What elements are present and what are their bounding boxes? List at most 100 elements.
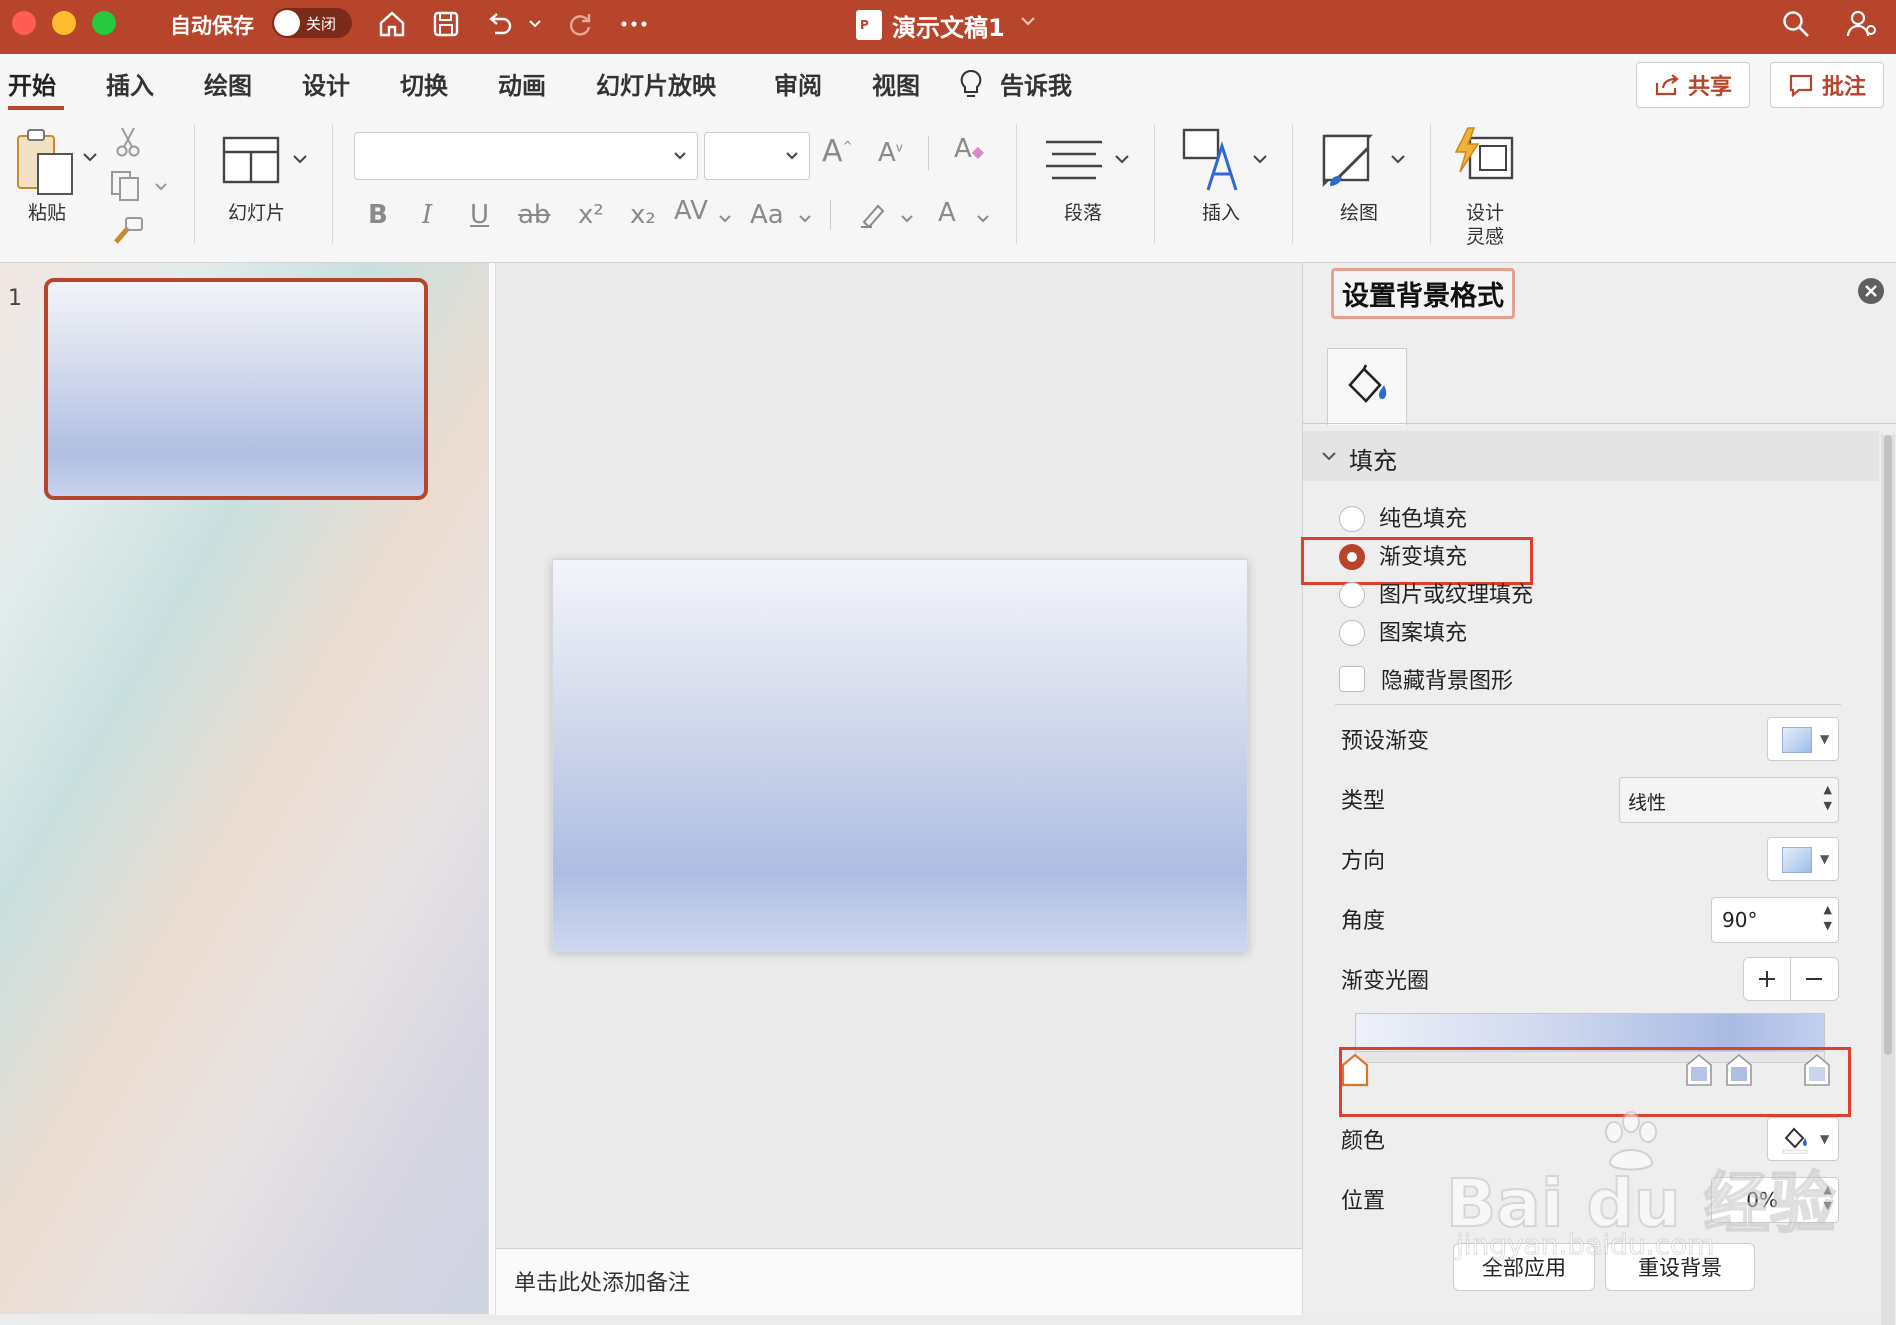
change-case-button[interactable]: Aa (750, 200, 784, 230)
draw-dropdown-icon[interactable] (1390, 154, 1406, 164)
clear-formatting-icon[interactable]: A◆ (954, 134, 984, 164)
autosave-toggle[interactable]: 关闭 (272, 8, 352, 38)
notes-pane[interactable]: 单击此处添加备注 (496, 1248, 1302, 1315)
copy-dropdown-icon[interactable] (154, 182, 168, 192)
paragraph-align-icon[interactable] (1044, 138, 1104, 182)
position-input[interactable]: 0% ▲ ▼ (1711, 1177, 1839, 1223)
italic-button[interactable]: I (422, 200, 432, 230)
draw-brush-icon[interactable] (1320, 128, 1380, 192)
apply-to-all-button[interactable]: 全部应用 (1453, 1243, 1595, 1291)
tab-animations[interactable]: 动画 (498, 66, 546, 101)
tab-draw[interactable]: 绘图 (204, 66, 252, 101)
separator (1430, 124, 1431, 244)
pane-scrollbar[interactable] (1881, 435, 1895, 1325)
cut-icon[interactable] (114, 126, 142, 158)
ribbon-tab-row: 开始 插入 绘图 设计 切换 动画 幻灯片放映 审阅 视图 告诉我 (0, 54, 1896, 116)
comment-icon (1789, 74, 1813, 97)
pattern-fill-label[interactable]: 图案填充 (1379, 615, 1467, 647)
copy-icon[interactable] (110, 170, 146, 202)
stop-color-picker[interactable]: ▼ (1767, 1117, 1839, 1161)
comments-button[interactable]: 批注 (1770, 62, 1884, 108)
highlighter-icon[interactable] (858, 200, 888, 228)
preset-gradient-picker[interactable]: ▼ (1767, 717, 1839, 761)
increase-font-size-icon[interactable]: A^ (822, 134, 853, 169)
angle-input[interactable]: 90° ▲ ▼ (1711, 897, 1839, 943)
bold-button[interactable]: B (368, 200, 388, 230)
add-stop-button[interactable] (1744, 958, 1791, 1000)
tell-me-search[interactable]: 告诉我 (1000, 66, 1072, 101)
scrollbar-thumb[interactable] (1884, 435, 1892, 1055)
solid-fill-label[interactable]: 纯色填充 (1379, 501, 1467, 533)
undo-dropdown-icon[interactable] (520, 4, 550, 44)
undo-icon[interactable] (480, 4, 520, 44)
account-icon[interactable] (1842, 4, 1882, 44)
slide-thumbnail[interactable] (44, 278, 428, 500)
comments-label: 批注 (1821, 75, 1866, 100)
subscript-button[interactable]: x₂ (630, 200, 656, 230)
hide-bg-graphics-checkbox[interactable] (1339, 666, 1365, 692)
reset-background-button[interactable]: 重设背景 (1605, 1243, 1755, 1291)
gradient-type-select[interactable]: 线性 ▲ ▼ (1619, 777, 1839, 823)
close-window-button[interactable] (12, 11, 36, 35)
format-painter-icon[interactable] (112, 214, 146, 246)
angle-stepper-icon[interactable]: ▲ ▼ (1824, 902, 1832, 934)
hide-bg-graphics-label[interactable]: 隐藏背景图形 (1381, 663, 1513, 695)
superscript-button[interactable]: x² (578, 200, 604, 230)
case-dropdown-icon[interactable] (798, 214, 812, 224)
home-icon[interactable] (372, 4, 412, 44)
insert-textbox-icon[interactable] (1182, 128, 1242, 192)
font-name-field[interactable] (354, 132, 698, 180)
title-chevron-down-icon[interactable] (1020, 16, 1036, 26)
paragraph-dropdown-icon[interactable] (1114, 154, 1130, 164)
gradient-stops-highlight (1339, 1047, 1851, 1117)
slide-layout-icon[interactable] (222, 136, 280, 184)
zoom-window-button[interactable] (92, 11, 116, 35)
spacing-dropdown-icon[interactable] (718, 214, 732, 224)
pane-divider[interactable] (488, 263, 496, 1314)
angle-label: 角度 (1341, 909, 1386, 934)
tab-transitions[interactable]: 切换 (400, 66, 448, 101)
picture-fill-label[interactable]: 图片或纹理填充 (1379, 577, 1533, 609)
share-button[interactable]: 共享 (1636, 62, 1750, 108)
font-color-button[interactable]: A (938, 198, 956, 228)
minimize-window-button[interactable] (52, 11, 76, 35)
insert-label: 插入 (1202, 202, 1241, 224)
fill-tab[interactable] (1327, 348, 1407, 425)
document-title[interactable]: 演示文稿1 (892, 8, 1005, 43)
position-stepper-icon[interactable]: ▲ ▼ (1824, 1182, 1832, 1214)
autosave-label: 自动保存 (170, 14, 254, 38)
underline-button[interactable]: U (470, 200, 489, 230)
tab-review[interactable]: 审阅 (774, 66, 822, 101)
decrease-font-size-icon[interactable]: Av (878, 138, 903, 168)
more-icon[interactable] (614, 4, 654, 44)
highlight-dropdown-icon[interactable] (900, 214, 914, 224)
direction-picker[interactable]: ▼ (1767, 837, 1839, 881)
tab-view[interactable]: 视图 (872, 66, 920, 101)
remove-stop-button[interactable] (1791, 958, 1837, 1000)
paste-dropdown-icon[interactable] (82, 152, 98, 162)
slide-dropdown-icon[interactable] (292, 154, 308, 164)
separator (1016, 124, 1017, 244)
fill-section-header[interactable]: 填充 (1303, 431, 1879, 481)
pattern-fill-radio[interactable] (1339, 620, 1365, 646)
tab-slideshow[interactable]: 幻灯片放映 (596, 66, 716, 101)
current-slide[interactable] (552, 559, 1248, 952)
tab-design[interactable]: 设计 (302, 66, 350, 101)
tab-home[interactable]: 开始 (8, 66, 56, 101)
search-icon[interactable] (1776, 4, 1816, 44)
close-pane-icon[interactable] (1857, 277, 1885, 305)
font-color-dropdown-icon[interactable] (976, 214, 990, 224)
tab-insert[interactable]: 插入 (106, 66, 154, 101)
paragraph-label: 段落 (1064, 202, 1103, 224)
insert-dropdown-icon[interactable] (1252, 154, 1268, 164)
designer-icon[interactable] (1452, 126, 1516, 182)
character-spacing-button[interactable]: AV (674, 196, 708, 226)
paste-label: 粘贴 (28, 202, 67, 224)
strikethrough-button[interactable]: ab (518, 200, 550, 230)
picture-fill-radio[interactable] (1339, 582, 1365, 608)
save-icon[interactable] (426, 4, 466, 44)
paste-clipboard-icon[interactable] (14, 126, 76, 200)
solid-fill-radio[interactable] (1339, 506, 1365, 532)
font-size-field[interactable] (704, 132, 810, 180)
redo-icon[interactable] (560, 4, 600, 44)
